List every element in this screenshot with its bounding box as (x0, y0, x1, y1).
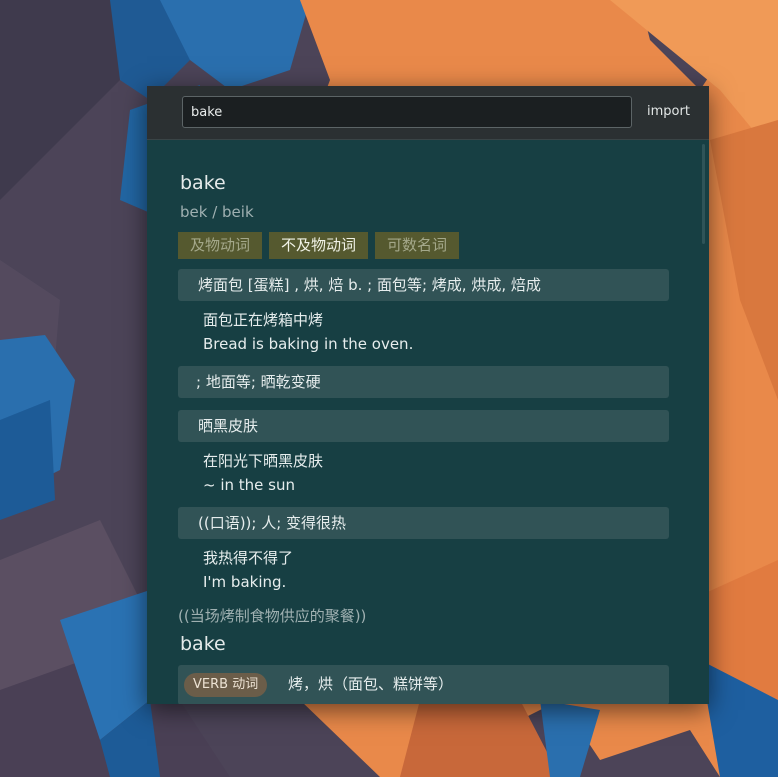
dictionary-window: import bake bek / beik 及物动词 不及物动词 可数名词 烤… (147, 86, 709, 704)
tag-intransitive-verb[interactable]: 不及物动词 (269, 232, 369, 259)
phonetic: bek / beik (180, 203, 254, 221)
tag-transitive-verb[interactable]: 及物动词 (178, 232, 263, 259)
headword: bake (180, 172, 226, 194)
example-en: Bread is baking in the oven. (203, 335, 414, 353)
pos-tags: 及物动词 不及物动词 可数名词 (178, 232, 460, 259)
tag-countable-noun[interactable]: 可数名词 (375, 232, 460, 259)
example-en: I'm baking. (203, 573, 287, 591)
pos-badge: VERB 动词 (184, 673, 268, 697)
sense-definition: ; 地面等; 晒乾变硬 (178, 366, 669, 398)
sense-definition: 烤面包 [蛋糕] , 烘, 焙 b. ; 面包等; 烤成, 烘成, 焙成 (178, 269, 669, 301)
verb-definition: 烤，烘（面包、糕饼等） (288, 675, 454, 693)
search-input[interactable] (182, 96, 632, 128)
entry-content: bake bek / beik 及物动词 不及物动词 可数名词 烤面包 [蛋糕]… (147, 140, 709, 704)
headword-secondary: bake (180, 633, 226, 655)
import-button[interactable]: import (643, 101, 694, 123)
example-zh: 在阳光下晒黑皮肤 (203, 452, 324, 470)
toolbar: import (147, 86, 709, 140)
sense-definition: ((口语)); 人; 变得很热 (178, 507, 669, 539)
example-en: ~ in the sun (203, 476, 295, 494)
sense-definition: 晒黑皮肤 (178, 410, 669, 442)
noun-note: ((当场烤制食物供应的聚餐)) (178, 607, 367, 625)
verb-definition-row: VERB 动词 烤，烘（面包、糕饼等） (178, 665, 669, 704)
example-zh: 面包正在烤箱中烤 (203, 311, 324, 329)
example-zh: 我热得不得了 (203, 549, 294, 567)
